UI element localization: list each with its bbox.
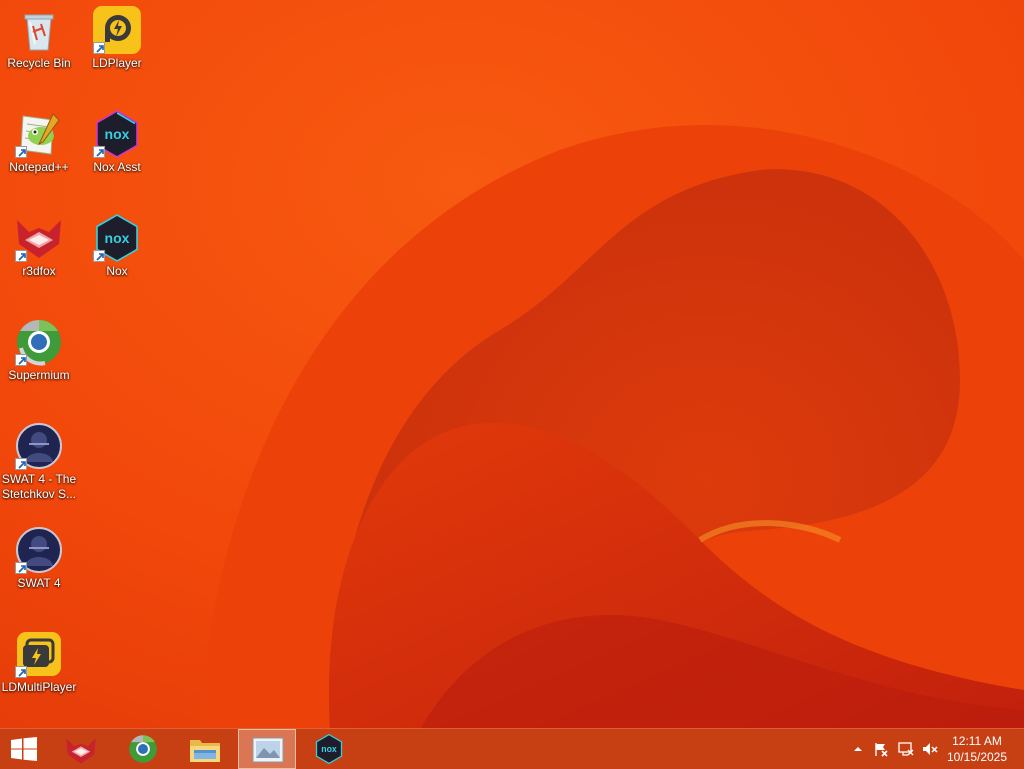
- shortcut-arrow-icon: [93, 42, 105, 54]
- desktop-icon-label: LDMultiPlayer: [1, 680, 77, 694]
- swat4-icon: [15, 526, 63, 574]
- desktop-icon-swat4[interactable]: SWAT 4: [0, 526, 78, 591]
- shortcut-arrow-icon: [93, 250, 105, 262]
- desktop-icon-label: SWAT 4 - The Stetchkov S...: [1, 472, 77, 501]
- desktop-icon-label: SWAT 4: [17, 576, 61, 590]
- nox-asst-icon: nox: [93, 110, 141, 158]
- file-explorer-icon: [190, 740, 220, 762]
- supermium-icon: [129, 735, 157, 763]
- taskbar-button-r3dfox[interactable]: [52, 729, 110, 769]
- shortcut-arrow-icon: [15, 666, 27, 678]
- image-viewer-icon: [252, 737, 284, 763]
- desktop-icon-label: Nox: [106, 264, 128, 278]
- clock-date: 10/15/2025: [946, 750, 1008, 764]
- desktop-icon-nox-asst[interactable]: nox Nox Asst: [78, 110, 156, 175]
- volume-muted-icon[interactable]: [922, 741, 938, 757]
- desktop-icon-label: LDPlayer: [92, 56, 142, 70]
- notepad-plus-plus-icon: [15, 110, 63, 158]
- svg-text:nox: nox: [321, 744, 337, 754]
- supermium-icon: [15, 318, 63, 366]
- swat4-stetchkov-icon: [15, 422, 63, 470]
- desktop-icon-label: Supermium: [8, 368, 70, 382]
- desktop-icon-swat4-stetchkov[interactable]: SWAT 4 - The Stetchkov S...: [0, 422, 78, 502]
- r3dfox-icon: [15, 214, 63, 262]
- desktop-icon-label: Notepad++: [9, 160, 69, 174]
- ldplayer-icon: [93, 6, 141, 54]
- desktop-icon-ldmultiplayer[interactable]: LDMultiPlayer: [0, 630, 78, 695]
- nox-icon: nox: [315, 734, 343, 764]
- action-center-flag-icon[interactable]: [873, 741, 889, 757]
- windows-logo-icon: [11, 737, 37, 761]
- desktop-icon-notepad-plus-plus[interactable]: Notepad++: [0, 110, 78, 175]
- shortcut-arrow-icon: [15, 354, 27, 366]
- desktop-icon-ldplayer[interactable]: LDPlayer: [78, 6, 156, 71]
- taskbar: nox 12:11 AM 10/15/2025: [0, 728, 1024, 769]
- taskbar-button-supermium[interactable]: [114, 729, 172, 769]
- shortcut-arrow-icon: [15, 458, 27, 470]
- shortcut-arrow-icon: [15, 562, 27, 574]
- network-icon[interactable]: [898, 741, 914, 757]
- svg-text:nox: nox: [105, 230, 130, 246]
- taskbar-button-file-explorer[interactable]: [176, 729, 234, 769]
- taskbar-button-nox[interactable]: nox: [300, 729, 358, 769]
- svg-text:nox: nox: [105, 126, 130, 142]
- desktop-icon-nox[interactable]: nox Nox: [78, 214, 156, 279]
- clock-time: 12:11 AM: [952, 734, 1002, 748]
- taskbar-button-image-viewer[interactable]: [238, 729, 296, 769]
- desktop-icon-supermium[interactable]: Supermium: [0, 318, 78, 383]
- recycle-bin-icon: [15, 6, 63, 54]
- desktop-icon-recycle-bin[interactable]: Recycle Bin: [0, 6, 78, 71]
- desktop-icon-label: r3dfox: [22, 264, 56, 278]
- shortcut-arrow-icon: [15, 250, 27, 262]
- ldmultiplayer-icon: [15, 630, 63, 678]
- desktop-icon-label: Nox Asst: [93, 160, 141, 174]
- desktop-icon-label: Recycle Bin: [7, 56, 71, 70]
- shortcut-arrow-icon: [93, 146, 105, 158]
- desktop-icon-r3dfox[interactable]: r3dfox: [0, 214, 78, 279]
- system-clock[interactable]: 12:11 AM 10/15/2025: [942, 733, 1012, 765]
- start-button[interactable]: [0, 729, 48, 769]
- shortcut-arrow-icon: [15, 146, 27, 158]
- chevron-up-icon[interactable]: [850, 741, 866, 757]
- nox-icon: nox: [93, 214, 141, 262]
- r3dfox-icon: [66, 738, 96, 764]
